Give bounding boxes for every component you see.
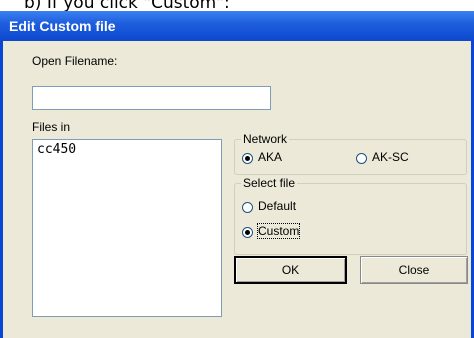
open-filename-label: Open Filename:	[32, 54, 118, 68]
select-file-custom-radio[interactable]	[242, 227, 253, 238]
files-list[interactable]: cc450	[32, 139, 222, 317]
network-legend: Network	[241, 132, 290, 146]
network-aksc-radio[interactable]	[356, 153, 367, 164]
network-aka-label[interactable]: AKA	[258, 150, 282, 164]
close-button[interactable]: Close	[360, 256, 468, 284]
select-file-group: Select file Default Custom	[234, 176, 467, 255]
ok-button[interactable]: OK	[234, 256, 347, 284]
network-aka-radio[interactable]	[242, 153, 253, 164]
edit-custom-file-dialog: Edit Custom file Open Filename: Files in…	[0, 11, 474, 338]
dialog-title[interactable]: Edit Custom file	[0, 11, 474, 41]
list-item[interactable]: cc450	[37, 142, 217, 157]
network-group: Network AKA AK-SC	[234, 132, 467, 175]
select-file-default-radio[interactable]	[242, 202, 253, 213]
select-file-default-label[interactable]: Default	[258, 199, 296, 213]
files-in-label: Files in	[32, 120, 71, 134]
select-file-legend: Select file	[241, 176, 298, 190]
select-file-custom-label[interactable]: Custom	[256, 223, 301, 239]
open-filename-input[interactable]	[32, 86, 271, 110]
network-aksc-label[interactable]: AK-SC	[372, 150, 409, 164]
